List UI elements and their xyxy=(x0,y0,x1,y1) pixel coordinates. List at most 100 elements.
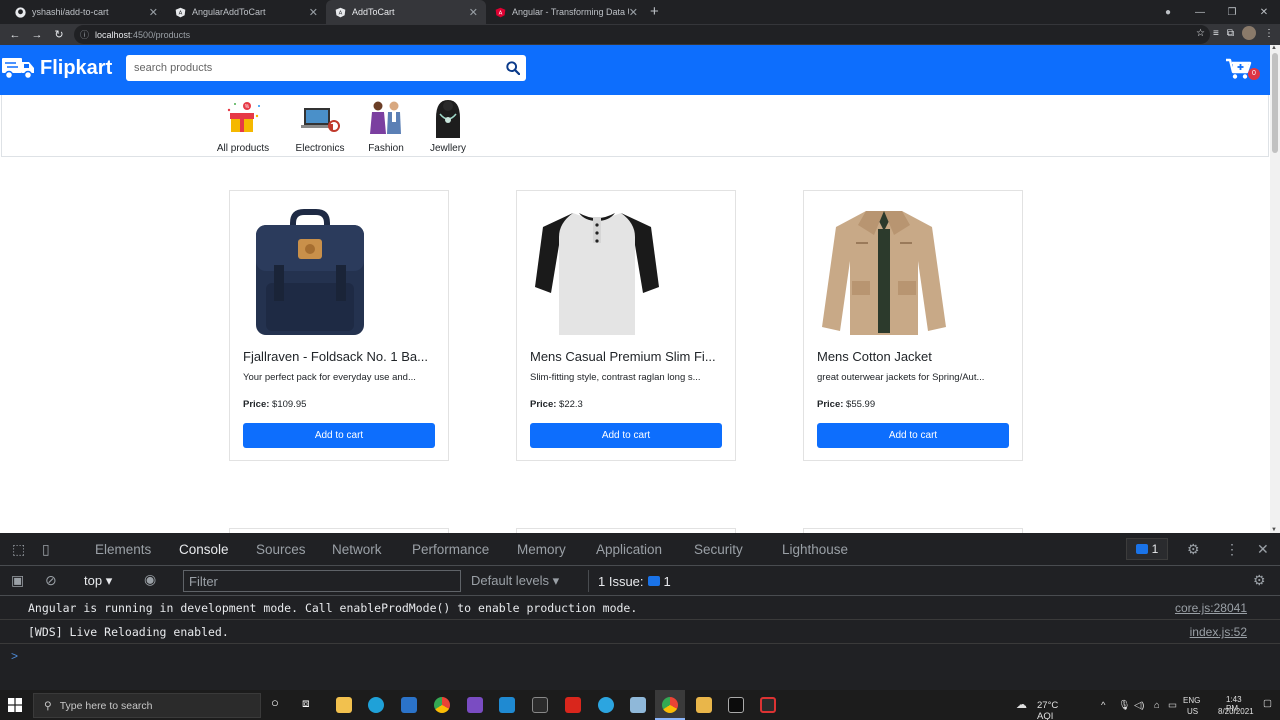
category-electronics[interactable]: Electronics xyxy=(291,98,349,154)
close-icon[interactable]: ✕ xyxy=(309,6,318,19)
language-top[interactable]: ENG xyxy=(1183,696,1200,705)
clock-date[interactable]: 8/20/2021 xyxy=(1218,707,1254,716)
scrollbar-thumb[interactable] xyxy=(1272,53,1278,153)
product-title[interactable]: Mens Casual Premium Slim Fi... xyxy=(530,349,724,364)
devtools-tab-security[interactable]: Security xyxy=(694,542,743,557)
volume-icon[interactable]: ◁) xyxy=(1134,700,1144,711)
category-label: All products xyxy=(216,143,270,154)
settings-gear-icon[interactable]: ⚙ xyxy=(1187,541,1200,558)
restore-icon[interactable]: ❐ xyxy=(1216,7,1248,18)
device-toolbar-icon[interactable]: ▯ xyxy=(42,541,50,558)
reload-icon[interactable]: ↻ xyxy=(48,28,70,41)
profile-avatar[interactable] xyxy=(1242,26,1256,40)
live-expression-eye-icon[interactable]: ◉ xyxy=(144,571,156,588)
category-bar: % All products Electronics Fashion Jewll… xyxy=(1,95,1269,157)
git-icon[interactable] xyxy=(696,697,712,713)
devtools-tab-performance[interactable]: Performance xyxy=(412,542,489,557)
mail-icon[interactable] xyxy=(401,697,417,713)
profile-dot-icon[interactable]: ● xyxy=(1152,7,1184,18)
console-settings-gear-icon[interactable]: ⚙ xyxy=(1253,572,1266,589)
category-jewellery[interactable]: Jewllery xyxy=(426,98,470,154)
devtools-tab-console[interactable]: Console xyxy=(179,542,229,557)
window-controls: ● — ❐ ✕ xyxy=(1152,0,1280,24)
add-to-cart-button[interactable]: Add to cart xyxy=(243,423,435,448)
edge-icon[interactable] xyxy=(368,697,384,713)
page-scrollbar[interactable]: ▲ ▼ xyxy=(1270,45,1280,533)
context-value: top xyxy=(84,573,103,588)
issues-counter-button[interactable]: 1 xyxy=(1126,538,1168,560)
language-bottom[interactable]: US xyxy=(1187,707,1198,716)
cortana-icon[interactable]: ○ xyxy=(271,695,287,711)
cart-button[interactable]: 0 xyxy=(1226,58,1262,84)
file-explorer-icon[interactable] xyxy=(336,697,352,713)
log-levels-dropdown[interactable]: Default levels ▾ xyxy=(471,573,559,589)
screen-recorder-icon[interactable] xyxy=(760,697,776,713)
devtools-tab-sources[interactable]: Sources xyxy=(256,542,306,557)
terminal-icon[interactable] xyxy=(728,697,744,713)
battery-icon[interactable]: ▭ xyxy=(1168,700,1177,711)
browser-tab-angular-transforming[interactable]: A Angular - Transforming Data Usi ✕ xyxy=(486,0,646,24)
product-title[interactable]: Fjallraven - Foldsack No. 1 Ba... xyxy=(243,349,437,364)
telegram-icon[interactable] xyxy=(598,697,614,713)
close-icon[interactable]: ✕ xyxy=(469,6,478,19)
add-to-cart-button[interactable]: Add to cart xyxy=(530,423,722,448)
close-icon[interactable]: ✕ xyxy=(629,6,638,19)
clear-console-icon[interactable]: ⊘ xyxy=(45,572,57,589)
prime-video-icon[interactable] xyxy=(532,697,548,713)
scroll-up-icon[interactable]: ▲ xyxy=(1271,45,1277,51)
bookmark-star-icon[interactable]: ☆ xyxy=(1196,28,1205,39)
browser-tab-addtocart[interactable]: A AddToCart ✕ xyxy=(326,0,486,24)
devtools-tab-lighthouse[interactable]: Lighthouse xyxy=(782,542,848,557)
notes-app-icon[interactable] xyxy=(630,697,646,713)
close-icon[interactable]: ✕ xyxy=(149,6,158,19)
tray-chevron-icon[interactable]: ^ xyxy=(1101,700,1105,711)
acrobat-icon[interactable] xyxy=(565,697,581,713)
devtools-tab-network[interactable]: Network xyxy=(332,542,382,557)
console-source-link[interactable]: core.js:28041 xyxy=(1175,601,1247,615)
sidebar-toggle-icon[interactable]: ▣ xyxy=(11,572,24,589)
search-input[interactable] xyxy=(126,56,500,80)
search-button[interactable] xyxy=(500,56,526,80)
devtools-panel: ⬚ ▯ Elements Console Sources Network Per… xyxy=(0,533,1280,690)
add-to-cart-button[interactable]: Add to cart xyxy=(817,423,1009,448)
taskbar-search-box[interactable]: ⚲ Type here to search xyxy=(33,693,261,718)
console-prompt[interactable]: > xyxy=(11,649,18,663)
windows-start-icon[interactable] xyxy=(8,698,22,712)
visual-studio-icon[interactable] xyxy=(467,697,483,713)
reading-list-icon[interactable]: ≡ xyxy=(1213,28,1219,39)
weather-text[interactable]: 27°C AQI 58 xyxy=(1037,700,1058,720)
issues-button[interactable]: 1 Issue: 1 xyxy=(588,570,684,592)
microphone-icon[interactable]: 🎙 xyxy=(1118,700,1130,711)
close-window-icon[interactable]: ✕ xyxy=(1248,7,1280,18)
forward-icon[interactable]: → xyxy=(26,29,48,41)
close-devtools-icon[interactable]: ✕ xyxy=(1257,541,1269,558)
brand-logo[interactable]: Flipkart xyxy=(2,55,112,81)
back-icon[interactable]: ← xyxy=(4,29,26,41)
more-options-icon[interactable]: ⋮ xyxy=(1225,541,1239,558)
devtools-tab-elements[interactable]: Elements xyxy=(95,542,151,557)
category-all-products[interactable]: % All products xyxy=(213,98,273,154)
task-view-icon[interactable]: ⧈ xyxy=(302,696,318,712)
weather-cloud-icon[interactable]: ☁ xyxy=(1016,698,1027,711)
console-filter-input[interactable] xyxy=(183,570,461,592)
devtools-tab-application[interactable]: Application xyxy=(596,542,662,557)
extensions-icon[interactable]: ⧉ xyxy=(1227,28,1234,39)
chrome-icon[interactable] xyxy=(434,697,450,713)
taskbar-active-chrome[interactable] xyxy=(655,690,685,720)
category-fashion[interactable]: Fashion xyxy=(364,98,408,154)
browser-tab-github[interactable]: yshashi/add-to-cart ✕ xyxy=(6,0,166,24)
new-tab-button[interactable]: + xyxy=(650,3,659,20)
network-icon[interactable]: ⌂ xyxy=(1154,700,1160,711)
minimize-icon[interactable]: — xyxy=(1184,7,1216,18)
browser-tab-angularaddtocart[interactable]: A AngularAddToCart ✕ xyxy=(166,0,326,24)
console-source-link[interactable]: index.js:52 xyxy=(1190,625,1247,639)
inspect-element-icon[interactable]: ⬚ xyxy=(12,541,25,558)
product-title[interactable]: Mens Cotton Jacket xyxy=(817,349,1011,364)
address-bar[interactable]: ⓘ localhost :4500/products xyxy=(74,25,1210,44)
info-icon[interactable]: ⓘ xyxy=(80,28,89,41)
context-selector[interactable]: top ▾ xyxy=(84,573,112,589)
notifications-icon[interactable]: ▢ xyxy=(1263,698,1272,709)
vscode-icon[interactable] xyxy=(499,697,515,713)
more-menu-icon[interactable]: ⋮ xyxy=(1264,28,1274,39)
devtools-tab-memory[interactable]: Memory xyxy=(517,542,566,557)
